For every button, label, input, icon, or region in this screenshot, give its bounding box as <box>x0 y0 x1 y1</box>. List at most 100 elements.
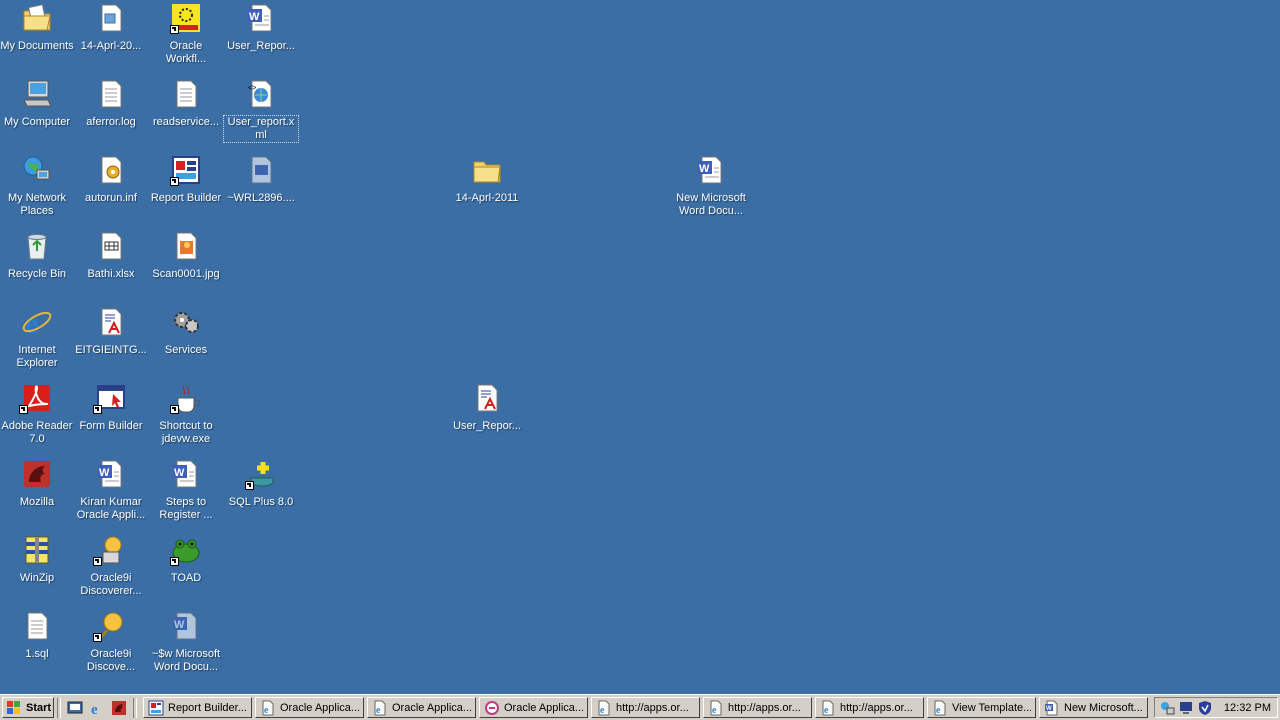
start-button[interactable]: Start <box>2 697 54 718</box>
icon-label: My Computer <box>3 116 71 128</box>
svg-text:W: W <box>249 11 260 23</box>
ie-page-icon: e <box>822 700 834 716</box>
folder-documents-icon <box>23 4 51 31</box>
word-doc-icon: W <box>698 156 722 184</box>
taskbar-separator <box>133 697 137 718</box>
desktop-icon-services[interactable]: Services <box>149 306 223 357</box>
desktop-icon-new-word-doc[interactable]: W New Microsoft Word Docu... <box>674 154 748 218</box>
icon-label: My Documents <box>0 40 74 52</box>
task-label: View Template... <box>952 701 1031 714</box>
text-file-icon <box>101 80 122 108</box>
show-desktop-icon[interactable] <box>67 700 83 716</box>
desktop-icon-kiran-kumar-doc[interactable]: W Kiran Kumar Oracle Appli... <box>74 458 148 522</box>
desktop-icon-aferror-log[interactable]: aferror.log <box>74 78 148 129</box>
ie-page-icon: e <box>262 700 274 716</box>
icon-label: New Microsoft Word Docu... <box>676 192 746 217</box>
task-label: Oracle Applica... <box>280 701 359 714</box>
task-button[interactable]: Oracle Applica... <box>479 697 588 718</box>
icon-label: Shortcut to jdevw.exe <box>159 420 213 445</box>
icon-label: Bathi.xlsx <box>87 268 135 280</box>
icon-label: SQL Plus 8.0 <box>228 496 294 508</box>
text-file-icon <box>176 80 197 108</box>
security-shield-icon[interactable] <box>1197 700 1213 716</box>
shortcut-arrow-icon <box>19 405 28 414</box>
file-icon <box>101 4 122 32</box>
desktop-icon-toad[interactable]: TOAD <box>149 534 223 585</box>
taskbar-separator <box>57 697 61 718</box>
svg-text:W: W <box>99 467 110 479</box>
task-button[interactable]: e Oracle Applica... <box>255 697 364 718</box>
task-label: Oracle Applica... <box>392 701 471 714</box>
desktop-icon-adobe-reader[interactable]: Adobe Reader 7.0 <box>0 382 74 446</box>
desktop-icon-my-network-places[interactable]: My Network Places <box>0 154 74 218</box>
desktop-icon-user-report-doc[interactable]: W User_Repor... <box>224 2 298 53</box>
desktop-icon-mozilla[interactable]: Mozilla <box>0 458 74 509</box>
network-tray-icon[interactable] <box>1159 700 1175 716</box>
desktop-icon-bathi-xlsx[interactable]: Bathi.xlsx <box>74 230 148 281</box>
start-label: Start <box>26 701 52 714</box>
icon-label: User_Repor... <box>453 420 521 432</box>
desktop-icon-1-sql[interactable]: 1.sql <box>0 610 74 661</box>
desktop-icon-scan0001[interactable]: Scan0001.jpg <box>149 230 223 281</box>
task-button[interactable]: e View Template... <box>927 697 1036 718</box>
desktop-icon-wrl2896[interactable]: ~WRL2896.... <box>224 154 298 205</box>
oracle-app-icon <box>485 700 499 715</box>
desktop-icon-recycle-bin[interactable]: Recycle Bin <box>0 230 74 281</box>
icon-label: autorun.inf <box>85 192 137 204</box>
desktop-icon-form-builder[interactable]: Form Builder <box>74 382 148 433</box>
task-button[interactable]: e http://apps.or... <box>591 697 700 718</box>
task-label: Report Builder... <box>168 701 247 714</box>
desktop-icon-steps-to-register[interactable]: W Steps to Register ... <box>149 458 223 522</box>
desktop-icon-oracle-workflow[interactable]: Oracle Workfl... <box>149 2 223 66</box>
desktop-icon-14-aprl-file[interactable]: 14-Aprl-20... <box>74 2 148 53</box>
icon-label: 14-Aprl-2011 <box>455 192 519 204</box>
desktop-icon-eitgieintg[interactable]: EITGIEINTG... <box>74 306 148 357</box>
desktop-icon-readservice[interactable]: readservice... <box>149 78 223 129</box>
icon-label: Mozilla <box>19 496 55 508</box>
desktop-icon-word-temp[interactable]: W ~$w Microsoft Word Docu... <box>149 610 223 674</box>
icon-label: 14-Aprl-20... <box>80 40 142 52</box>
icon-label: User_Repor... <box>227 40 295 52</box>
desktop-icon-user-report-xml[interactable]: <> User_report.xml <box>223 78 299 143</box>
icon-label: WinZip <box>19 572 55 584</box>
desktop-icon-jdevw-shortcut[interactable]: Shortcut to jdevw.exe <box>149 382 223 446</box>
shortcut-arrow-icon <box>245 481 254 490</box>
desktop-icon-user-report-rdf[interactable]: User_Repor... <box>450 382 524 433</box>
task-button[interactable]: e http://apps.or... <box>703 697 812 718</box>
desktop-icon-oracle9i-discoverer-1[interactable]: Oracle9i Discoverer... <box>74 534 148 598</box>
icon-label: Report Builder <box>150 192 222 204</box>
quick-launch: e <box>64 700 130 716</box>
clock[interactable]: 12:32 PM <box>1224 702 1271 714</box>
desktop-icon-my-computer[interactable]: My Computer <box>0 78 74 129</box>
desktop-icon-internet-explorer[interactable]: e Internet Explorer <box>0 306 74 370</box>
svg-text:W: W <box>174 619 185 631</box>
monitor-tray-icon[interactable] <box>1178 700 1194 716</box>
desktop[interactable]: My Documents My Computer My Network Plac… <box>0 0 1280 694</box>
shortcut-arrow-icon <box>170 25 179 34</box>
internet-explorer-icon[interactable]: e <box>89 700 105 716</box>
svg-text:e: e <box>376 705 381 716</box>
icon-label: aferror.log <box>86 116 136 128</box>
xml-file-icon: <> <box>248 80 272 108</box>
desktop-icon-winzip[interactable]: WinZip <box>0 534 74 585</box>
desktop-icon-my-documents[interactable]: My Documents <box>0 2 74 53</box>
task-button[interactable]: W New Microsoft... <box>1039 697 1148 718</box>
mozilla-icon <box>24 461 50 487</box>
svg-text:e: e <box>264 705 269 716</box>
winzip-icon <box>25 536 49 564</box>
desktop-icon-oracle9i-discoverer-2[interactable]: Oracle9i Discove... <box>74 610 148 674</box>
text-file-icon <box>27 612 48 640</box>
svg-text:e: e <box>936 705 941 716</box>
desktop-icon-14-aprl-2011-folder[interactable]: 14-Aprl-2011 <box>450 154 524 205</box>
desktop-icon-sql-plus[interactable]: SQL Plus 8.0 <box>224 458 298 509</box>
task-button[interactable]: e Oracle Applica... <box>367 697 476 718</box>
report-builder-icon <box>148 700 164 715</box>
desktop-icon-autorun-inf[interactable]: autorun.inf <box>74 154 148 205</box>
mozilla-icon[interactable] <box>111 700 127 716</box>
task-button[interactable]: e http://apps.or... <box>815 697 924 718</box>
word-doc-icon: W <box>1045 700 1058 715</box>
internet-explorer-icon: e <box>22 307 52 338</box>
task-button[interactable]: Report Builder... <box>143 697 252 718</box>
desktop-icon-report-builder[interactable]: Report Builder <box>149 154 223 205</box>
icon-label: Oracle Workfl... <box>165 40 207 65</box>
